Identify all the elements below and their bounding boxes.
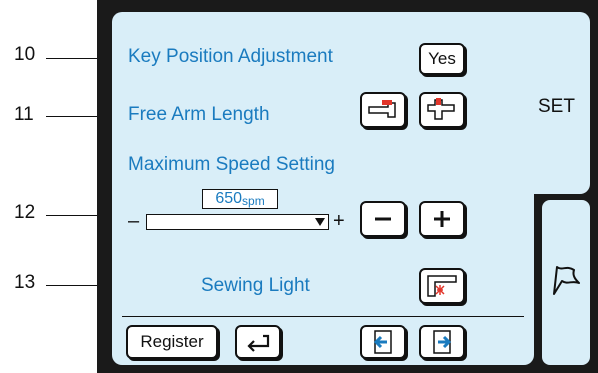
sewing-light-label: Sewing Light [201,275,310,296]
free-arm-short-icon [368,100,396,118]
return-icon [247,334,270,352]
sewing-light-button[interactable] [419,268,465,304]
footer-separator [122,316,524,317]
yes-label: Yes [428,49,456,68]
callout-13: 13 [14,272,36,293]
speed-readout: 650 spm [202,189,278,209]
free-arm-long-button[interactable] [419,92,465,128]
speed-increase-button[interactable] [419,201,465,237]
max-speed-label: Maximum Speed Setting [128,154,335,175]
plus-icon [434,211,450,227]
sewing-light-icon [427,275,457,297]
minus-icon [375,217,391,221]
return-button[interactable] [235,325,281,359]
key-position-yes-button[interactable]: Yes [419,43,465,75]
speed-slider[interactable] [146,214,329,230]
flag-icon [553,266,580,295]
dropdown-arrow-icon [315,218,325,226]
callout-10: 10 [14,44,36,65]
key-position-label: Key Position Adjustment [128,46,333,67]
free-arm-label: Free Arm Length [128,104,270,125]
free-arm-long-icon [427,98,455,120]
speed-unit: spm [242,193,265,208]
callout-12: 12 [14,202,36,223]
page-forward-icon [433,330,452,354]
register-label: Register [140,332,204,351]
register-button[interactable]: Register [126,325,218,359]
page-back-icon [373,330,392,354]
speed-decrease-button[interactable] [360,201,406,237]
callout-11: 11 [14,104,34,125]
speed-value: 650 [215,190,243,207]
tab-set-label: SET [538,96,575,117]
page-forward-button[interactable] [419,325,465,359]
page-back-button[interactable] [360,325,406,359]
free-arm-short-button[interactable] [360,92,406,128]
slider-minus-sign: – [128,210,140,232]
tab-flag[interactable] [542,200,590,365]
slider-plus-sign: + [333,210,345,232]
